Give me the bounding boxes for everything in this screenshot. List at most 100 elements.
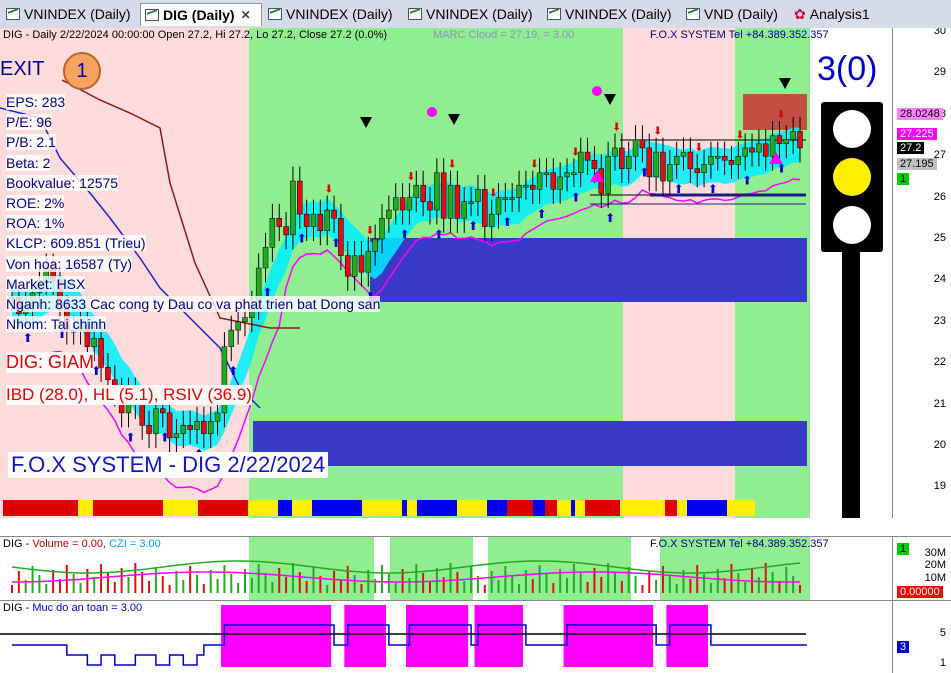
sell-arrow-icon: ⬇ <box>653 126 662 138</box>
analysis-icon: ✿ <box>794 5 806 22</box>
candle-body <box>571 172 577 176</box>
candle-body <box>701 164 707 174</box>
watermark-title: F.O.X SYSTEM - DIG 2/22/2024 <box>8 452 329 478</box>
stock-info-item: Nhom: Tai chinh <box>6 316 107 333</box>
safety-pane[interactable]: DIG - Muc do an toan = 3.00 <box>0 600 892 673</box>
down-triangle-icon <box>360 117 372 128</box>
safe-zone-block <box>597 605 606 667</box>
price-chart-pane[interactable]: ⬆⬆⬆⬆⬆⬆⬆⬆⬆⬇⬆⬆⬇⬆⬇⬆⬇⬆⬇⬆⬇⬆⬆⬇⬆⬇⬆⬇⬆⬇⬆⬇⬆⬆⬇ DIG … <box>0 28 892 518</box>
price-axis[interactable]: 302928272625242322212019 28.024827.22527… <box>892 28 951 518</box>
safety-tick: 5 <box>939 627 946 639</box>
candle-body <box>715 155 721 159</box>
down-triangle-icon <box>448 114 460 125</box>
candle-body <box>509 197 515 200</box>
price-plot: ⬆⬆⬆⬆⬆⬆⬆⬆⬆⬇⬆⬆⬇⬆⬇⬆⬇⬆⬇⬆⬇⬆⬆⬇⬆⬇⬆⬇⬆⬇⬆⬇⬆⬆⬇ <box>0 78 806 494</box>
light-bottom-icon <box>833 206 871 244</box>
stock-info-item: ROA: 1% <box>6 215 65 232</box>
candle-body <box>454 184 461 219</box>
safe-zone-block <box>686 605 695 667</box>
volume-header: DIG - Volume = 0.00, CZI = 3.00 <box>3 538 161 550</box>
tab-label: VNINDEX (Daily) <box>286 6 393 22</box>
safe-zone-block <box>248 605 256 667</box>
safe-zone-block <box>515 605 523 667</box>
safe-zone-block <box>310 605 318 667</box>
candle-body <box>180 425 187 434</box>
safe-zone-block <box>241 605 249 667</box>
buy-arrow-icon: ⬆ <box>468 219 478 233</box>
price-tick: 26 <box>933 190 946 203</box>
tab-vnindex-1[interactable]: VNINDEX (Daily) <box>2 3 131 25</box>
candle-body <box>564 172 570 178</box>
candle-body <box>331 209 337 219</box>
tab-vnindex-3[interactable]: VNINDEX (Daily) <box>404 3 533 25</box>
price-marker-box: 28.0248 <box>897 108 943 120</box>
light-top-icon <box>833 110 871 148</box>
safe-zone-block <box>282 605 291 667</box>
price-marker-box: 27.225 <box>897 128 937 140</box>
chart-icon <box>268 8 282 20</box>
candle-body <box>625 155 632 169</box>
candle-body <box>392 197 399 211</box>
safe-zone-block <box>358 605 366 667</box>
trend-segment <box>362 500 402 516</box>
trend-segment <box>198 500 248 516</box>
candle-body <box>797 131 803 149</box>
candle-body <box>605 155 611 194</box>
tab-vnindex-4[interactable]: VNINDEX (Daily) <box>543 3 672 25</box>
candle-body <box>530 184 536 190</box>
sell-arrow-icon: ⬇ <box>694 142 703 154</box>
candle-body <box>146 425 152 434</box>
chart-header: DIG - Daily 2/22/2024 00:00:00 Open 27.2… <box>3 29 388 41</box>
safe-zone-block <box>426 605 434 667</box>
safety-axis[interactable]: 5 1 3 <box>892 600 951 673</box>
safety-header: DIG - Muc do an toan = 3.00 <box>3 602 143 614</box>
tab-vnd[interactable]: VND (Daily) <box>682 3 778 25</box>
price-tick: 23 <box>933 314 946 327</box>
safety-indicator: Muc do an toan = 3.00 <box>32 602 143 614</box>
price-tick: 29 <box>933 66 946 79</box>
safe-zone-block <box>323 605 332 667</box>
sell-arrow-icon: ⬇ <box>448 159 457 171</box>
volume-tick: 30M <box>924 547 946 559</box>
tab-analysis[interactable]: ✿ Analysis1 <box>790 3 870 25</box>
stock-info-item: Nganh: 8633 Cac cong ty Dau co va phat t… <box>6 296 381 312</box>
stock-info-item: KLCP: 609.851 (Trieu) <box>6 235 146 252</box>
candle-body <box>420 184 426 203</box>
tab-vnindex-2[interactable]: VNINDEX (Daily) <box>264 3 393 25</box>
candle-body <box>667 164 673 182</box>
safe-zone-block <box>453 605 462 667</box>
candle-body <box>98 338 104 368</box>
volume-pane[interactable]: DIG - Volume = 0.00, CZI = 3.00 F.O.X SY… <box>0 536 892 600</box>
candle-body <box>201 420 207 434</box>
candle-body <box>297 180 303 215</box>
safe-zone-block <box>481 605 489 667</box>
safe-zone-block <box>433 605 441 667</box>
buy-arrow-icon: ⬆ <box>502 215 512 229</box>
candle-body <box>502 197 509 200</box>
exit-count-badge: 1 <box>63 52 101 90</box>
candle-body <box>406 197 413 211</box>
chart-icon <box>6 8 20 20</box>
tab-dig[interactable]: DIG (Daily) ✕ <box>140 3 262 26</box>
candle-body <box>557 176 563 190</box>
safe-zone-block <box>488 605 496 667</box>
tab-label: VNINDEX (Daily) <box>24 6 131 22</box>
close-icon[interactable]: ✕ <box>241 8 251 22</box>
volume-brand: F.O.X SYSTEM Tel +84.389.352.357 <box>650 538 829 550</box>
score-readout: 3(0) <box>817 50 878 88</box>
buy-arrow-icon: ⬆ <box>125 430 135 444</box>
candle-body <box>721 155 728 161</box>
safe-zone-block <box>412 605 421 667</box>
trend-segment <box>163 500 198 516</box>
czi-indicator: CZI = 3.00 <box>109 538 161 550</box>
volume-title: DIG <box>3 538 23 550</box>
safe-zone-block <box>680 605 688 667</box>
candle-body <box>338 218 344 256</box>
candle-body <box>386 209 392 219</box>
tab-label: DIG (Daily) <box>163 7 235 23</box>
candle-body <box>762 143 769 157</box>
safe-zone-block <box>632 605 640 667</box>
trend-segment <box>278 500 292 516</box>
candle-body <box>166 412 173 439</box>
volume-axis[interactable]: 30M 20M 10M 1 0.00000 <box>892 536 951 600</box>
